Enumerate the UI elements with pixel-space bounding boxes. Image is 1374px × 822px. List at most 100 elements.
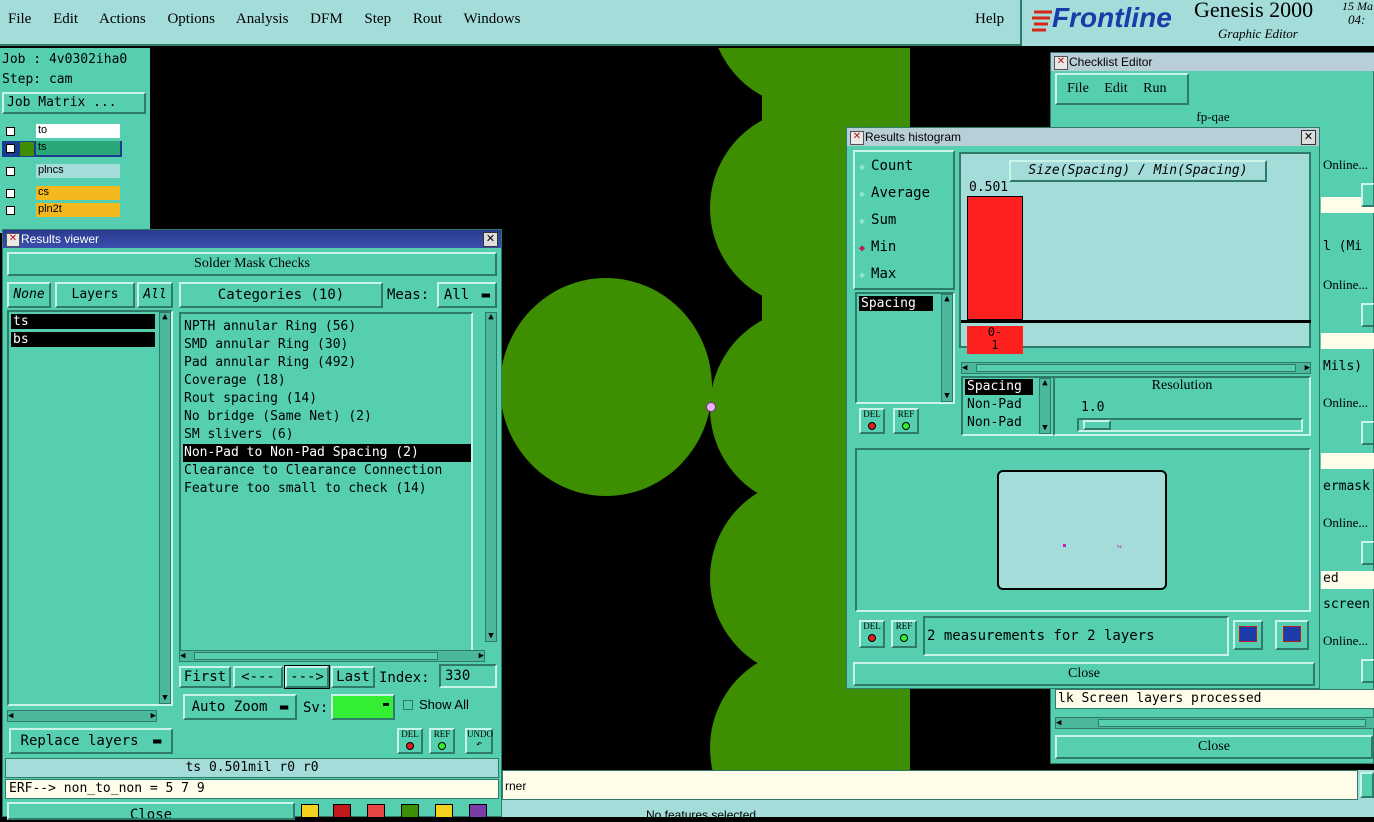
category-item[interactable]: SM slivers (6) <box>183 426 471 444</box>
run-button[interactable] <box>1361 659 1374 683</box>
scroll-up-icon[interactable]: ▲ <box>942 295 952 304</box>
zoom-home-icon[interactable] <box>1275 620 1309 650</box>
category-item[interactable]: Non-Pad to Non-Pad Spacing (2) <box>183 444 471 462</box>
index-input[interactable]: 330 <box>439 664 497 688</box>
list-item[interactable]: Spacing <box>859 296 933 311</box>
layer-checkbox[interactable] <box>6 144 15 153</box>
meas-select[interactable]: All ▬ <box>437 282 497 308</box>
layer-row[interactable]: to <box>2 124 122 140</box>
scroll-down-icon[interactable]: ▼ <box>942 392 952 401</box>
scroll-up-icon[interactable]: ▲ <box>160 313 170 322</box>
list-item[interactable]: Non-Pad <box>965 415 1022 431</box>
menu-file[interactable]: File <box>8 11 31 27</box>
measure-list[interactable]: Spacing ▲ ▼ <box>855 292 955 404</box>
menu-options[interactable]: Options <box>167 11 215 27</box>
scroll-left-icon[interactable]: ◀ <box>180 652 185 661</box>
run-button[interactable] <box>1361 541 1374 565</box>
scroll-up-icon[interactable]: ▲ <box>486 313 496 322</box>
category-item[interactable]: No bridge (Same Net) (2) <box>183 408 471 426</box>
first-button[interactable]: First <box>179 666 231 688</box>
menu-rout[interactable]: Rout <box>413 11 442 27</box>
vertical-scrollbar[interactable]: ▲ ▼ <box>1039 378 1051 434</box>
menu-analysis[interactable]: Analysis <box>236 11 289 27</box>
measurement-marker[interactable] <box>706 402 716 412</box>
close-button[interactable]: Close <box>853 662 1315 686</box>
category-item[interactable]: Feature too small to check (14) <box>183 480 471 498</box>
scroll-right-icon[interactable]: ▶ <box>151 712 156 721</box>
menu-file[interactable]: File <box>1067 81 1089 96</box>
window-menu-icon[interactable]: ✕ <box>6 233 20 247</box>
del-button[interactable]: DEL <box>859 620 885 648</box>
list-item[interactable]: Non-Pad <box>965 397 1022 413</box>
layer-row[interactable]: ts <box>2 141 122 157</box>
category-item[interactable]: SMD annular Ring (30) <box>183 336 471 354</box>
run-button[interactable] <box>1361 421 1374 445</box>
del-button[interactable]: DEL <box>859 408 885 434</box>
scroll-down-icon[interactable]: ▼ <box>486 632 496 641</box>
job-matrix-button[interactable]: Job Matrix ... <box>2 92 146 114</box>
tool-icon[interactable] <box>333 804 351 818</box>
list-item[interactable]: ts <box>11 314 155 329</box>
del-button[interactable]: DEL <box>397 728 423 754</box>
tool-icon[interactable] <box>401 804 419 818</box>
online-button[interactable]: Online... <box>1323 395 1368 411</box>
run-button[interactable] <box>1361 303 1374 327</box>
menu-windows[interactable]: Windows <box>464 11 521 27</box>
ref-button[interactable]: REF <box>891 620 917 648</box>
scroll-left-icon[interactable]: ◀ <box>1056 719 1061 728</box>
category-item[interactable]: Rout spacing (14) <box>183 390 471 408</box>
scroll-thumb[interactable] <box>1098 719 1366 727</box>
sv-color-select[interactable]: ▬ <box>331 694 395 720</box>
vertical-scrollbar[interactable]: ▲ ▼ <box>159 312 171 704</box>
results-viewer-titlebar[interactable]: ✕ Results viewer ✕ <box>3 230 501 248</box>
scroll-thumb[interactable] <box>194 652 438 660</box>
category-item[interactable]: NPTH annular Ring (56) <box>183 318 471 336</box>
layer-results-list[interactable]: ts bs ▲ ▼ <box>7 310 173 706</box>
horizontal-scrollbar[interactable]: ◀ ▶ <box>961 362 1311 374</box>
layer-checkbox[interactable] <box>6 189 15 198</box>
checklist-titlebar[interactable]: ✕ Checklist Editor <box>1051 53 1374 71</box>
ref-button[interactable]: REF <box>429 728 455 754</box>
histogram-bar[interactable] <box>967 196 1023 320</box>
resolution-slider[interactable] <box>1077 418 1303 432</box>
next-button[interactable]: ---> <box>284 665 330 689</box>
auto-zoom-button[interactable]: Auto Zoom ▬ <box>183 694 297 720</box>
last-button[interactable]: Last <box>331 666 375 688</box>
vertical-scrollbar[interactable]: ▲ ▼ <box>941 294 953 402</box>
categories-list[interactable]: NPTH annular Ring (56) SMD annular Ring (… <box>179 312 473 652</box>
layers-button[interactable]: Layers <box>55 282 135 308</box>
scroll-up-icon[interactable]: ▲ <box>1040 379 1050 388</box>
horizontal-scrollbar[interactable]: ◀ ▶ <box>179 650 485 662</box>
scroll-right-icon[interactable]: ▶ <box>1305 364 1310 373</box>
online-button[interactable]: Online... <box>1323 633 1368 649</box>
category-item[interactable]: Pad annular Ring (492) <box>183 354 471 372</box>
mode-radio-max[interactable]: ◆ Max <box>859 264 896 284</box>
replace-layers-button[interactable]: Replace layers ▬ <box>9 728 173 754</box>
corner-button[interactable] <box>1360 772 1374 798</box>
menu-edit[interactable]: Edit <box>53 11 78 27</box>
online-button[interactable]: Online... <box>1323 515 1368 531</box>
scroll-left-icon[interactable]: ◀ <box>8 712 13 721</box>
tool-icon[interactable] <box>367 804 385 818</box>
mode-radio-average[interactable]: ◆ Average <box>859 183 930 203</box>
window-menu-icon[interactable]: ✕ <box>1054 56 1068 70</box>
category-item[interactable]: Clearance to Clearance Connection <box>183 462 471 480</box>
layer-checkbox[interactable] <box>6 206 15 215</box>
layer-pair-list[interactable]: Spacing Non-Pad Non-Pad ▲ ▼ <box>961 376 1055 436</box>
horizontal-scrollbar[interactable]: ◀ <box>1055 717 1374 729</box>
menu-dfm[interactable]: DFM <box>310 11 343 27</box>
none-button[interactable]: None <box>7 282 51 308</box>
list-item[interactable]: Spacing <box>965 379 1033 395</box>
layer-row[interactable]: cs <box>2 186 122 202</box>
mode-radio-count[interactable]: ◆ Count <box>859 156 913 176</box>
zoom-in-icon[interactable] <box>1233 620 1263 650</box>
list-item[interactable]: bs <box>11 332 155 347</box>
layer-row[interactable]: pln2t <box>2 203 122 219</box>
menu-help[interactable]: Help <box>975 11 1004 28</box>
scroll-down-icon[interactable]: ▼ <box>160 694 170 703</box>
undo-button[interactable]: UNDO ↶ <box>465 728 493 754</box>
category-item[interactable]: Coverage (18) <box>183 372 471 390</box>
close-button[interactable]: Close <box>7 802 295 820</box>
tool-icon[interactable] <box>435 804 453 818</box>
tool-icon[interactable] <box>301 804 319 818</box>
